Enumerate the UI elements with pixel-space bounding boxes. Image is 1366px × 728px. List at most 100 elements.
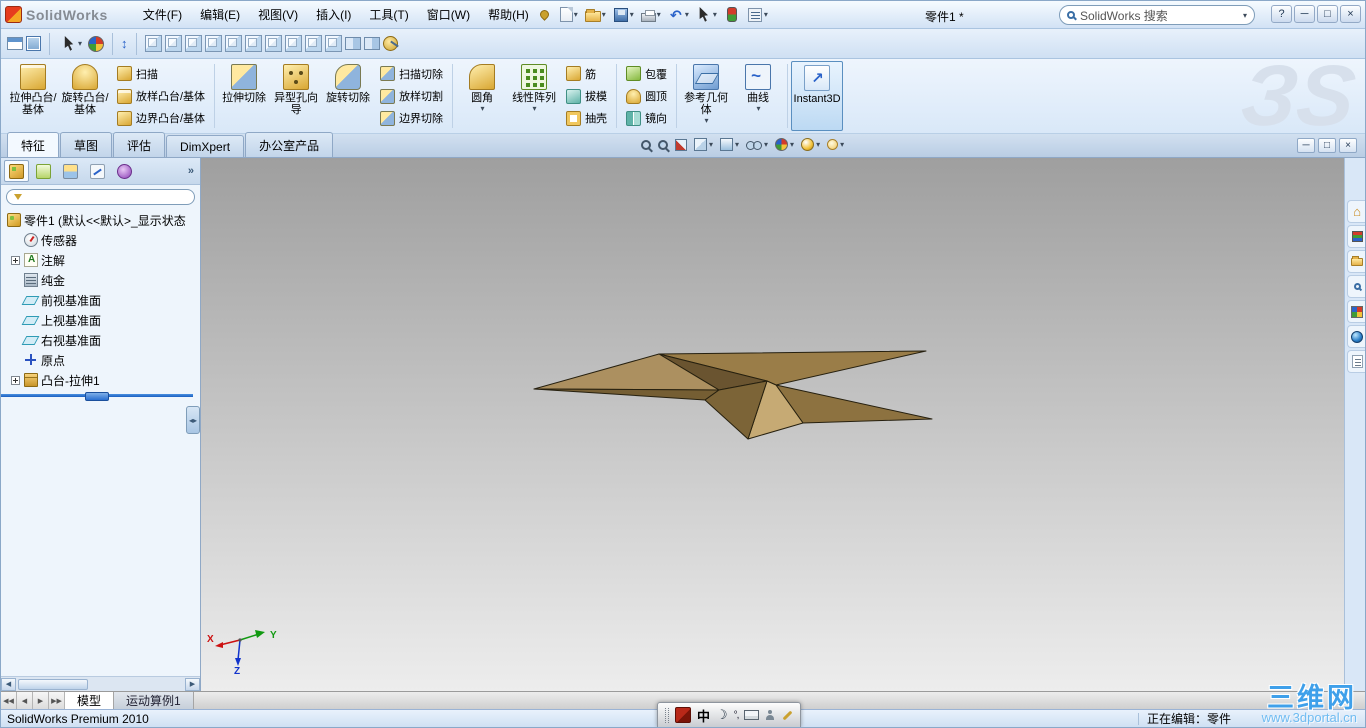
view-settings-button[interactable] [827, 139, 844, 150]
dropdown-caret-icon[interactable] [756, 104, 761, 113]
swept-cut-button[interactable]: 扫描切除 [376, 63, 447, 84]
user-define-icon[interactable] [765, 710, 775, 720]
menu-insert[interactable]: 插入(I) [307, 1, 360, 28]
view-left-icon[interactable] [184, 35, 202, 52]
swept-boss-button[interactable]: 扫描 [113, 63, 209, 84]
new-document-button[interactable] [557, 5, 581, 24]
view-bottom-icon[interactable] [244, 35, 262, 52]
rollback-bar[interactable] [1, 392, 193, 401]
dropdown-caret-icon[interactable] [704, 116, 709, 125]
options-button[interactable] [744, 5, 771, 25]
doc-minimize-button[interactable]: ─ [1297, 138, 1315, 153]
soft-keyboard-icon[interactable] [744, 710, 760, 720]
lofted-boss-button[interactable]: 放样凸台/基体 [113, 86, 209, 107]
prev-tab-arrow-icon[interactable]: ◀ [17, 692, 33, 709]
tree-item-top-plane[interactable]: 上视基准面 [1, 310, 200, 330]
configurationmanager-tab[interactable] [58, 160, 83, 182]
view-top-icon[interactable] [224, 35, 242, 52]
search-pane-button[interactable] [1347, 275, 1365, 298]
draft-button[interactable]: 拔模 [562, 86, 611, 107]
last-tab-arrow-icon[interactable]: ▶▶ [49, 692, 65, 709]
scroll-left-arrow-icon[interactable]: ◀ [1, 677, 16, 691]
rib-button[interactable]: 筋 [562, 63, 611, 84]
doc-close-button[interactable]: × [1339, 138, 1357, 153]
display-style-button[interactable] [720, 138, 739, 151]
featuremanager-tab[interactable] [4, 160, 29, 182]
custom-properties-button[interactable] [1347, 350, 1365, 373]
menu-help[interactable]: 帮助(H) [479, 1, 538, 28]
view-back-icon[interactable] [164, 35, 182, 52]
view-trimetric-icon[interactable] [284, 35, 302, 52]
section-view-button[interactable] [675, 138, 687, 151]
menu-file[interactable]: 文件(F) [134, 1, 191, 28]
dropdown-caret-icon[interactable] [480, 104, 485, 113]
dome-button[interactable]: 圆顶 [622, 86, 671, 107]
tree-item-front-plane[interactable]: 前视基准面 [1, 290, 200, 310]
help-button[interactable]: ? [1271, 5, 1292, 23]
lofted-cut-button[interactable]: 放样切割 [376, 86, 447, 107]
open-button[interactable] [582, 6, 609, 24]
doc-restore-button[interactable]: □ [1318, 138, 1336, 153]
reference-geometry-button[interactable]: 参考几何体 [680, 61, 732, 131]
panel-horizontal-scrollbar[interactable]: ◀ ▶ [1, 676, 200, 691]
view-normal-to-icon[interactable] [324, 35, 342, 52]
scrollbar-thumb[interactable] [18, 678, 88, 690]
hide-show-items-button[interactable] [746, 140, 768, 150]
view-dimetric-icon[interactable] [304, 35, 322, 52]
tree-root-item[interactable]: 零件1 (默认<<默认>_显示状态 [1, 210, 200, 230]
appearances-scenes-button[interactable] [1347, 325, 1365, 348]
search-dropdown-icon[interactable] [1242, 11, 1247, 20]
zoom-to-fit-button[interactable] [641, 139, 651, 150]
new-window-icon[interactable] [7, 37, 23, 50]
tree-item-material[interactable]: 纯金 [1, 270, 200, 290]
curves-button[interactable]: 曲线 [732, 61, 784, 131]
grid-icon[interactable] [26, 36, 41, 51]
ime-mode-icon[interactable] [675, 707, 691, 723]
displaymanager-tab[interactable] [112, 160, 137, 182]
close-button[interactable]: × [1340, 5, 1361, 23]
maximize-button[interactable]: □ [1317, 5, 1338, 23]
tree-filter-input[interactable] [6, 189, 195, 205]
punctuation-toggle[interactable]: °, [734, 710, 740, 721]
motion-study-tab[interactable]: 运动算例1 [114, 692, 194, 709]
menu-view[interactable]: 视图(V) [249, 1, 307, 28]
tree-item-sensors[interactable]: 传感器 [1, 230, 200, 250]
tab-sketch[interactable]: 草图 [60, 132, 113, 157]
revolved-boss-button[interactable]: 旋转凸台/基体 [59, 61, 111, 131]
pan-vertical-icon[interactable] [121, 36, 128, 52]
propertymanager-tab[interactable] [31, 160, 56, 182]
file-explorer-button[interactable] [1347, 250, 1365, 273]
shell-button[interactable]: 抽壳 [562, 108, 611, 129]
tab-dimxpert[interactable]: DimXpert [166, 135, 245, 157]
wrap-button[interactable]: 包覆 [622, 63, 671, 84]
view-palette-button[interactable] [1347, 300, 1365, 323]
chinese-mode-indicator[interactable]: 中 [697, 706, 710, 725]
view-isometric-icon[interactable] [264, 35, 282, 52]
star-part-model[interactable] [201, 158, 1344, 691]
fullwidth-toggle-icon[interactable] [716, 707, 728, 723]
boundary-cut-button[interactable]: 边界切除 [376, 108, 447, 129]
app-logo-icon[interactable] [5, 6, 22, 23]
toolbar-options-icon[interactable] [781, 709, 793, 721]
print-button[interactable] [638, 6, 664, 24]
expand-plus-icon[interactable] [11, 255, 20, 265]
menu-edit[interactable]: 编辑(E) [191, 1, 249, 28]
search-input[interactable]: SolidWorks 搜索 [1080, 7, 1237, 24]
extruded-boss-button[interactable]: 拉伸凸台/基体 [7, 61, 59, 131]
view-right-icon[interactable] [204, 35, 222, 52]
tab-office-products[interactable]: 办公室产品 [245, 132, 334, 157]
four-viewport-icon[interactable] [363, 37, 380, 50]
dropdown-caret-icon[interactable] [532, 104, 537, 113]
menu-tools[interactable]: 工具(T) [360, 1, 417, 28]
first-tab-arrow-icon[interactable]: ◀◀ [1, 692, 17, 709]
undo-button[interactable] [665, 5, 692, 25]
select-tool-button[interactable] [58, 34, 85, 53]
tab-evaluate[interactable]: 评估 [113, 132, 166, 157]
mirror-button[interactable]: 镜向 [622, 108, 671, 129]
linear-pattern-button[interactable]: 线性阵列 [508, 61, 560, 131]
tree-item-annotations[interactable]: 注解 [1, 250, 200, 270]
panel-splitter-handle[interactable] [186, 406, 200, 434]
zoom-to-area-button[interactable] [658, 139, 668, 150]
scroll-right-arrow-icon[interactable]: ▶ [185, 677, 200, 691]
tree-item-right-plane[interactable]: 右视基准面 [1, 330, 200, 350]
